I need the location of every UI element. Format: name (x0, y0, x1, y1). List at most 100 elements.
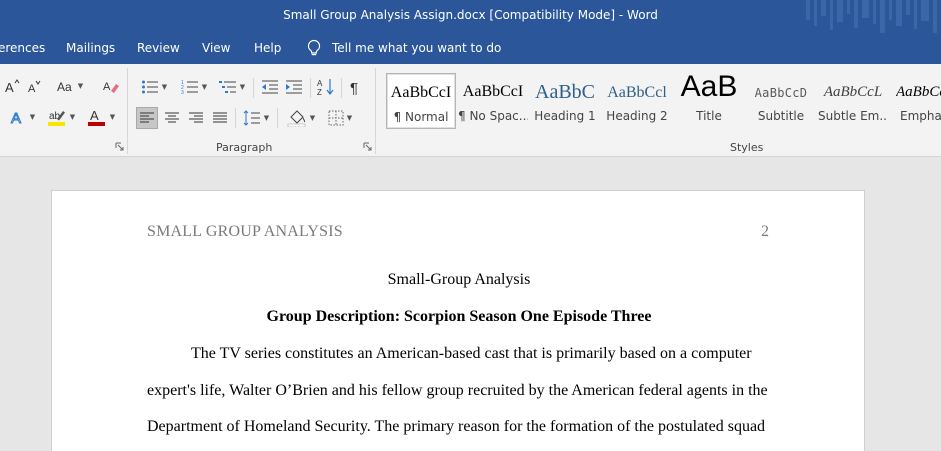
svg-text:Z: Z (317, 88, 322, 96)
svg-text:A: A (103, 81, 111, 93)
show-formatting-marks-button[interactable]: ¶ (346, 77, 366, 97)
shrink-font-icon: A (28, 80, 41, 94)
style-sample: AaBbCcD (754, 86, 808, 100)
document-subheading: Group Description: Scorpion Season One E… (266, 308, 652, 325)
multilevel-list-button[interactable]: ▼ (216, 77, 248, 97)
divider (310, 78, 311, 98)
increase-indent-icon (286, 80, 302, 94)
paragraph-line: Department of Homeland Security. The pri… (147, 418, 766, 435)
chevron-down-icon: ▼ (201, 83, 208, 91)
window-title: Small Group Analysis Assign.docx [Compat… (283, 8, 658, 22)
document-heading: Small-Group Analysis (387, 271, 531, 288)
align-right-icon (189, 112, 203, 123)
highlight-button[interactable]: ab ▼ (44, 107, 78, 127)
style-normal[interactable]: AaBbCcI ¶ Normal (386, 73, 456, 129)
style-label: ¶ Normal (393, 110, 449, 124)
divider (235, 108, 236, 128)
chevron-down-icon: ▼ (29, 113, 36, 121)
svg-text:3: 3 (181, 90, 184, 95)
style-heading-2[interactable]: AaBbCcl Heading 2 (602, 73, 672, 129)
paragraph-dialog-launcher-icon[interactable] (363, 142, 372, 151)
decrease-indent-button[interactable] (259, 77, 281, 97)
style-label: Subtitle (757, 109, 805, 123)
change-case-button[interactable]: Aa ▼ (55, 77, 85, 95)
paragraph-line: The TV series constitutes an American-ba… (191, 345, 752, 362)
style-label: Heading 2 (606, 109, 668, 123)
style-label: Emphas (900, 109, 941, 123)
borders-icon (328, 110, 344, 126)
style-label: Title (696, 109, 722, 123)
justify-icon (213, 112, 227, 123)
tab-references[interactable]: erences (0, 41, 45, 55)
paint-bucket-icon (287, 110, 306, 127)
divider (341, 78, 342, 98)
ribbon: A A Aa ▼ A A ▼ ab ▼ A ▼ ▼ 123 ▼ ▼ A Z ¶ … (0, 64, 941, 157)
svg-text:A: A (11, 110, 21, 126)
align-left-button[interactable] (136, 107, 158, 129)
style-label: Subtle Em... (818, 109, 888, 123)
svg-text:A: A (317, 79, 323, 88)
paragraph-line: expert's life, Walter O’Brien and his fe… (147, 382, 768, 399)
tab-view[interactable]: View (202, 41, 230, 55)
align-center-icon (165, 112, 179, 123)
font-color-icon: A (87, 108, 105, 126)
chevron-down-icon: ▼ (239, 83, 246, 91)
style-subtle-emphasis[interactable]: AaBbCcL Subtle Em... (818, 73, 888, 129)
divider (277, 108, 278, 128)
styles-group-label: Styles (730, 141, 764, 154)
svg-text:¶: ¶ (350, 80, 358, 95)
sort-button[interactable]: AZ (315, 77, 337, 97)
line-spacing-icon (243, 110, 260, 126)
paragraph-group-label: Paragraph (216, 141, 273, 154)
borders-button[interactable]: ▼ (323, 107, 357, 129)
shading-button[interactable]: ▼ (283, 107, 319, 129)
chevron-down-icon: ▼ (109, 113, 116, 121)
svg-text:A: A (5, 80, 14, 94)
grow-font-button[interactable]: A (4, 77, 20, 95)
group-divider (375, 68, 376, 154)
style-title[interactable]: AaB Title (674, 73, 744, 129)
font-color-button[interactable]: A ▼ (84, 107, 118, 127)
align-center-button[interactable] (161, 107, 183, 129)
font-dialog-launcher-icon[interactable] (115, 142, 124, 151)
svg-text:A: A (28, 83, 36, 94)
style-sample: AaB (680, 73, 738, 103)
bullets-button[interactable]: ▼ (136, 77, 172, 97)
styles-gallery: AaBbCcI ¶ Normal AaBbCcI ¶ No Spac... Aa… (384, 73, 941, 130)
lightbulb-icon (307, 39, 321, 56)
clear-formatting-button[interactable]: A (102, 77, 120, 95)
title-bar-pattern (806, 0, 937, 33)
tab-review[interactable]: Review (137, 41, 180, 55)
style-emphasis[interactable]: AaBbCc Emphas (890, 73, 941, 129)
tab-help[interactable]: Help (254, 41, 281, 55)
bullet-list-icon (141, 80, 158, 94)
style-heading-1[interactable]: AaBbC Heading 1 (530, 73, 600, 129)
document-page[interactable]: SMALL GROUP ANALYSIS 2 Small-Group Analy… (51, 190, 865, 451)
style-subtitle[interactable]: AaBbCcD Subtitle (746, 73, 816, 129)
chevron-down-icon: ▼ (263, 114, 270, 122)
style-sample: AaBbCcl (607, 84, 667, 101)
running-header: SMALL GROUP ANALYSIS (147, 223, 343, 240)
title-bar: Small Group Analysis Assign.docx [Compat… (0, 0, 941, 33)
style-no-spacing[interactable]: AaBbCcI ¶ No Spac... (458, 73, 528, 129)
multilevel-list-icon (218, 81, 236, 93)
line-spacing-button[interactable]: ▼ (240, 107, 272, 129)
justify-button[interactable] (209, 107, 231, 129)
sort-az-icon: AZ (317, 79, 334, 96)
increase-indent-button[interactable] (283, 77, 305, 97)
clear-formatting-icon: A (103, 81, 119, 93)
text-effects-button[interactable]: A ▼ (6, 107, 38, 127)
tell-me-search[interactable]: Tell me what you want to do (306, 39, 501, 57)
svg-text:Aa: Aa (57, 80, 72, 94)
highlighter-icon: ab (47, 111, 65, 126)
decrease-indent-icon (262, 80, 278, 94)
group-divider (127, 68, 128, 154)
tab-mailings[interactable]: Mailings (66, 41, 115, 55)
svg-text:A: A (90, 108, 99, 123)
numbering-button[interactable]: 123 ▼ (176, 77, 212, 97)
ribbon-tabs: erences Mailings Review View Help Tell m… (0, 33, 941, 64)
style-sample: AaBbCcL (823, 84, 883, 100)
align-right-button[interactable] (185, 107, 207, 129)
shrink-font-button[interactable]: A (26, 77, 42, 95)
change-case-icon: Aa (57, 80, 72, 94)
